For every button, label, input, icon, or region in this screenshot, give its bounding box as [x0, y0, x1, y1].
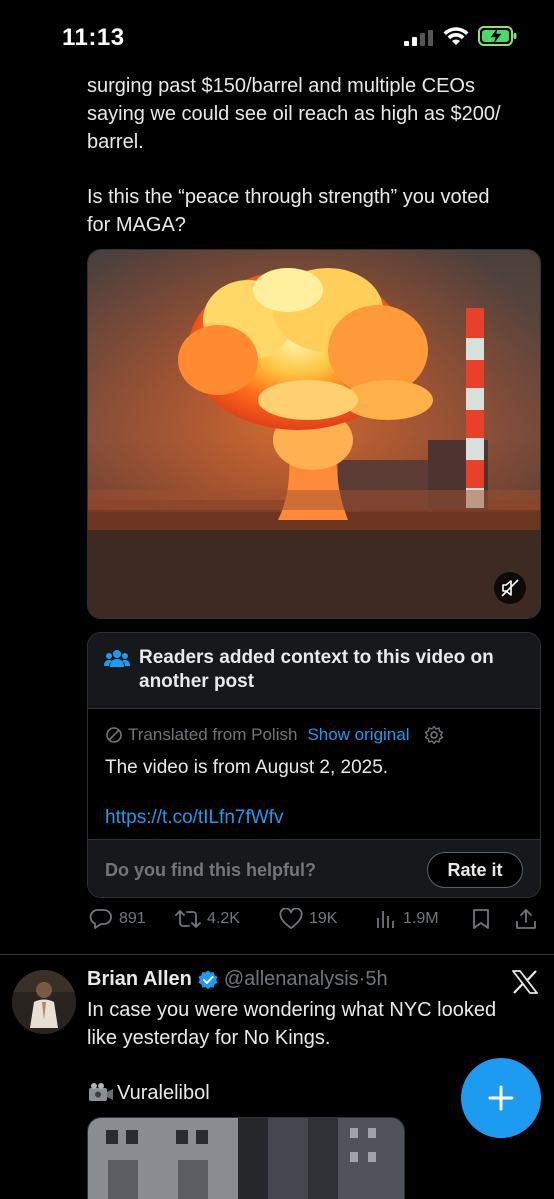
tweet-text: In case you were wondering what NYC look…: [87, 996, 537, 1052]
video-frame: [88, 250, 540, 618]
wifi-icon: [443, 27, 469, 45]
tweet-time[interactable]: 5h: [365, 968, 387, 991]
author-name[interactable]: Brian Allen: [87, 968, 192, 991]
community-note-text: The video is from August 2, 2025.: [105, 757, 389, 778]
verified-badge-icon: [198, 970, 218, 989]
rate-it-button[interactable]: Rate it: [427, 852, 523, 888]
tweet-text-line: Is this the “peace through strength” you…: [87, 186, 490, 208]
tweet-actions: 891 4.2K 19K 1.9M: [87, 908, 541, 938]
community-note-footer: Do you find this helpful? Rate it: [88, 839, 540, 897]
avatar[interactable]: [12, 970, 76, 1034]
like-count: 19K: [309, 910, 338, 927]
note-title-line: another post: [139, 671, 255, 692]
tweet-author-row: Brian Allen @allenanalysis · 5h: [87, 968, 388, 991]
share-button[interactable]: [515, 908, 543, 930]
reply-button[interactable]: 891: [89, 908, 146, 930]
translated-label: Translated from Polish: [128, 725, 298, 744]
like-button[interactable]: 19K: [279, 908, 337, 930]
tweet-image[interactable]: [87, 1117, 405, 1199]
community-note-title: Readers added context to this video on a…: [139, 646, 529, 694]
repost-count: 4.2K: [207, 910, 240, 927]
community-note-header[interactable]: Readers added context to this video on a…: [88, 633, 540, 709]
mute-button[interactable]: [494, 572, 526, 604]
status-time: 11:13: [62, 24, 125, 51]
bookmark-icon: [473, 909, 489, 929]
views-button[interactable]: 1.9M: [375, 908, 439, 930]
author-handle[interactable]: @allenanalysis: [224, 968, 359, 991]
plus-icon: [488, 1085, 514, 1111]
tweet-text: surging past $150/barrel and multiple CE…: [87, 72, 537, 156]
community-note-body: Translated from Polish Show original The…: [88, 709, 540, 839]
compose-button[interactable]: [461, 1058, 541, 1138]
translation-row: Translated from Polish Show original: [105, 725, 449, 745]
people-icon: [104, 650, 130, 667]
status-bar: 11:13: [0, 0, 554, 66]
reply-icon: [89, 909, 112, 929]
video-camera-icon: [89, 1083, 113, 1101]
tweet-text-line: barrel.: [87, 131, 144, 153]
divider: [0, 954, 554, 955]
battery-charging-icon: [478, 26, 517, 46]
bookmark-button[interactable]: [471, 908, 497, 930]
community-note: Readers added context to this video on a…: [87, 632, 541, 898]
tweet-text-paragraph: Is this the “peace through strength” you…: [87, 183, 537, 239]
tweet-text-line: In case you were wondering what NYC look…: [87, 999, 497, 1021]
mute-icon: [501, 579, 519, 597]
repost-icon: [175, 910, 201, 928]
views-count: 1.9M: [403, 910, 439, 927]
note-title-line: Readers added context to this video on: [139, 647, 494, 668]
credit-name: Vuralelibol: [117, 1082, 210, 1104]
tweet-text-line: for MAGA?: [87, 214, 186, 236]
cellular-signal-icon: [404, 30, 433, 46]
tweet-video[interactable]: [87, 249, 541, 619]
views-icon: [377, 911, 394, 928]
share-icon: [516, 909, 536, 929]
translate-icon: [106, 727, 122, 743]
separator: ·: [358, 968, 366, 990]
x-logo-icon[interactable]: [512, 970, 538, 994]
tweet-text-line: saying we could see oil reach as high as…: [87, 103, 501, 125]
gear-icon[interactable]: [424, 725, 444, 745]
repost-button[interactable]: 4.2K: [175, 908, 240, 930]
tweet-text-line: surging past $150/barrel and multiple CE…: [87, 75, 475, 97]
helpful-question: Do you find this helpful?: [105, 860, 316, 880]
tweet-text-line: like yesterday for No Kings.: [87, 1027, 331, 1049]
city-photo: [88, 1118, 404, 1199]
avatar-image: [12, 970, 76, 1034]
community-note-link[interactable]: https://t.co/tILfn7fWfv: [105, 807, 283, 829]
show-original-link[interactable]: Show original: [307, 725, 409, 745]
heart-icon: [279, 908, 303, 929]
reply-count: 891: [119, 910, 146, 927]
